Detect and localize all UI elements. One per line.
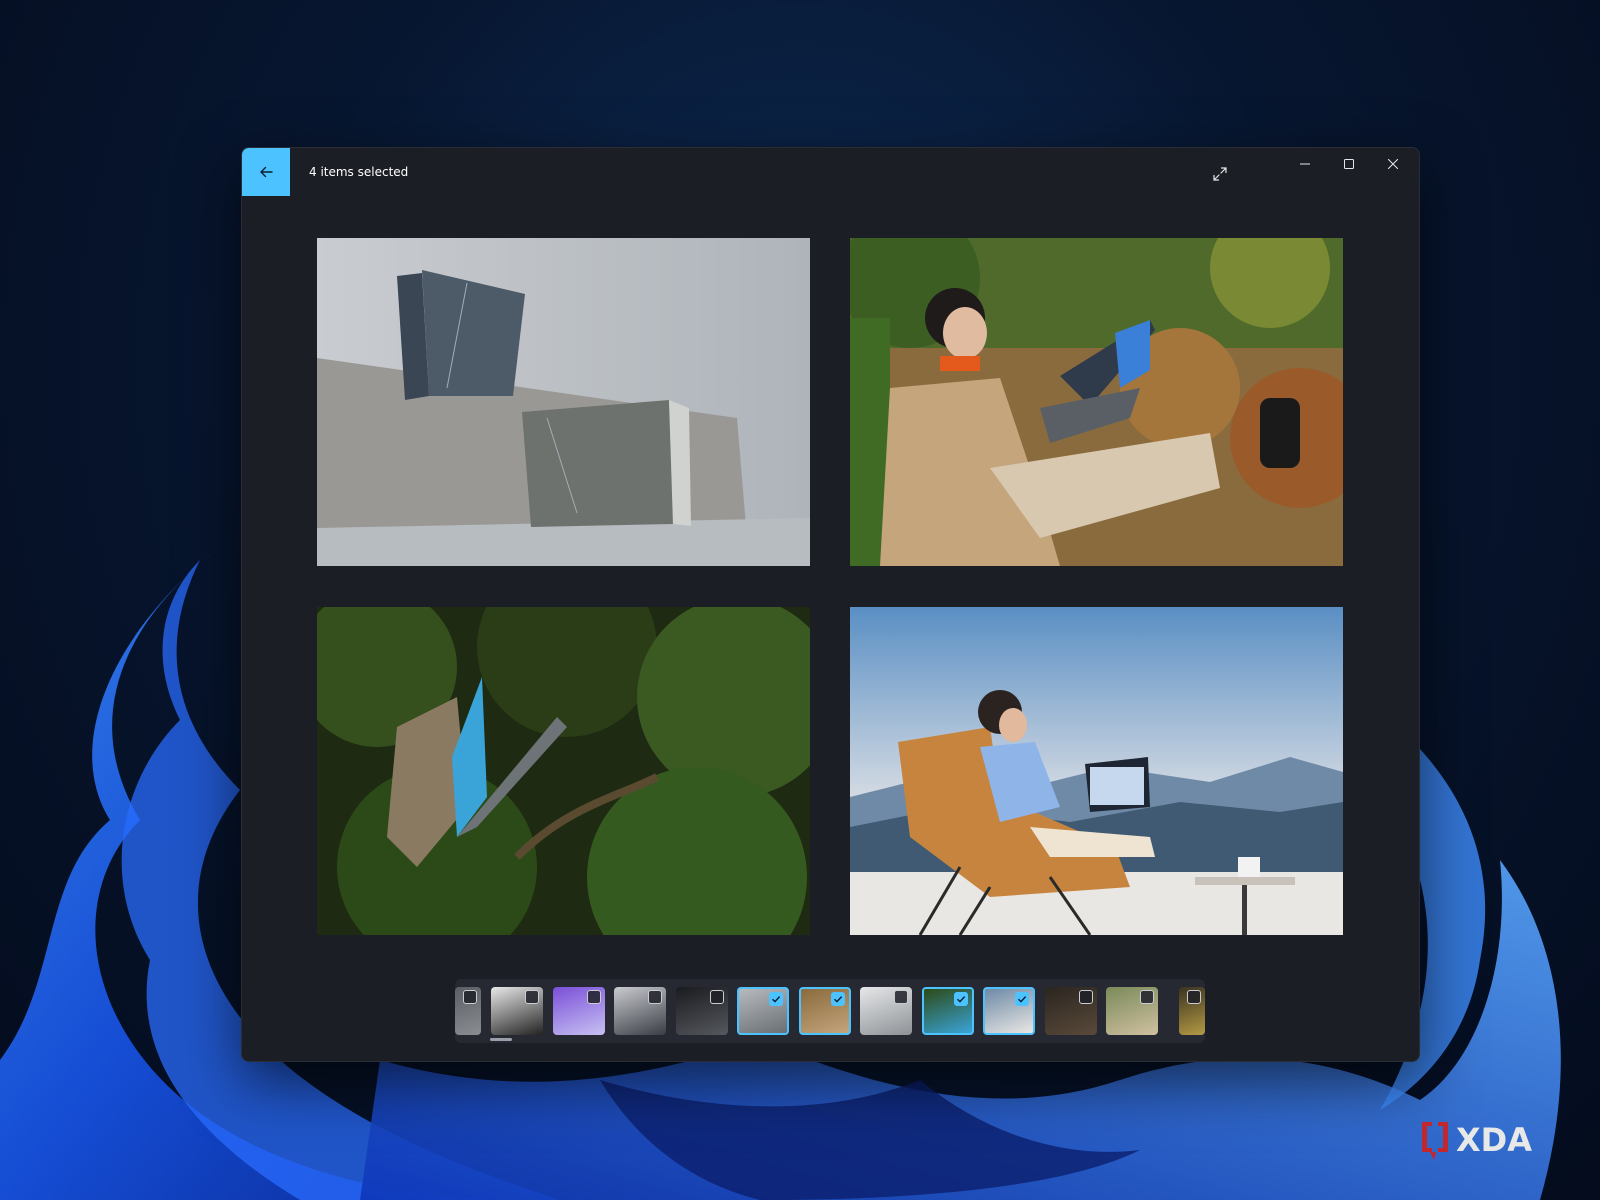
filmstrip-thumbnail[interactable]: [737, 987, 789, 1035]
checkbox-icon[interactable]: [463, 990, 477, 1004]
filmstrip-scroll-indicator[interactable]: [490, 1038, 512, 1041]
filmstrip-thumbnail[interactable]: [983, 987, 1035, 1035]
checkmark-icon: [956, 996, 965, 1003]
checkmark-icon: [1018, 996, 1027, 1003]
checkbox-icon[interactable]: [1140, 990, 1154, 1004]
filmstrip-thumbnail[interactable]: [455, 987, 481, 1035]
checkbox-icon[interactable]: [525, 990, 539, 1004]
filmstrip[interactable]: [455, 979, 1205, 1043]
back-button[interactable]: [242, 148, 290, 196]
photo-laptops-on-concrete[interactable]: [317, 238, 810, 566]
checkbox-icon[interactable]: [1078, 990, 1093, 1004]
filmstrip-thumbnail[interactable]: [1044, 987, 1097, 1035]
filmstrip-thumbnail[interactable]: [1179, 987, 1205, 1035]
checkbox-icon[interactable]: [769, 992, 783, 1006]
checkbox-icon[interactable]: [830, 992, 845, 1006]
checkbox-icon[interactable]: [894, 990, 908, 1004]
window-title: 4 items selected: [309, 165, 409, 179]
filmstrip-thumbnail[interactable]: [860, 987, 912, 1035]
selected-photos-grid: [317, 238, 1344, 935]
filmstrip-thumbnail[interactable]: [614, 987, 666, 1035]
photo-laptop-in-forest[interactable]: [317, 607, 810, 935]
close-icon: [1388, 159, 1398, 169]
filmstrip-thumbnail[interactable]: [798, 987, 851, 1035]
checkmark-icon: [772, 996, 781, 1003]
close-button[interactable]: [1371, 148, 1415, 180]
photo-woman-autumn-leaves[interactable]: [850, 238, 1343, 566]
maximize-button[interactable]: [1327, 148, 1371, 180]
photo-woman-mountain-terrace[interactable]: [850, 607, 1343, 935]
arrow-left-icon: [260, 166, 273, 178]
xda-text: XDA: [1456, 1121, 1532, 1159]
minimize-button[interactable]: [1283, 148, 1327, 180]
checkbox-icon[interactable]: [709, 990, 724, 1004]
title-bar: 4 items selected: [242, 148, 1419, 196]
checkbox-icon[interactable]: [1187, 990, 1201, 1004]
photos-window: 4 items selected: [241, 147, 1420, 1062]
filmstrip-thumbnail[interactable]: [921, 987, 974, 1035]
filmstrip-thumbnail[interactable]: [675, 987, 728, 1035]
checkbox-icon[interactable]: [648, 990, 662, 1004]
filmstrip-thumbnail[interactable]: [491, 987, 543, 1035]
minimize-icon: [1300, 163, 1310, 165]
maximize-icon: [1344, 159, 1354, 169]
xda-watermark-logo: XDA: [1422, 1121, 1532, 1160]
checkmark-icon: [833, 996, 842, 1003]
checkbox-icon[interactable]: [1015, 992, 1029, 1006]
checkbox-icon[interactable]: [953, 992, 968, 1006]
filmstrip-thumbnail[interactable]: [1106, 987, 1158, 1035]
expand-icon: [1213, 167, 1227, 181]
fullscreen-button[interactable]: [1204, 158, 1236, 190]
checkbox-icon[interactable]: [586, 990, 601, 1004]
filmstrip-thumbnail[interactable]: [552, 987, 605, 1035]
